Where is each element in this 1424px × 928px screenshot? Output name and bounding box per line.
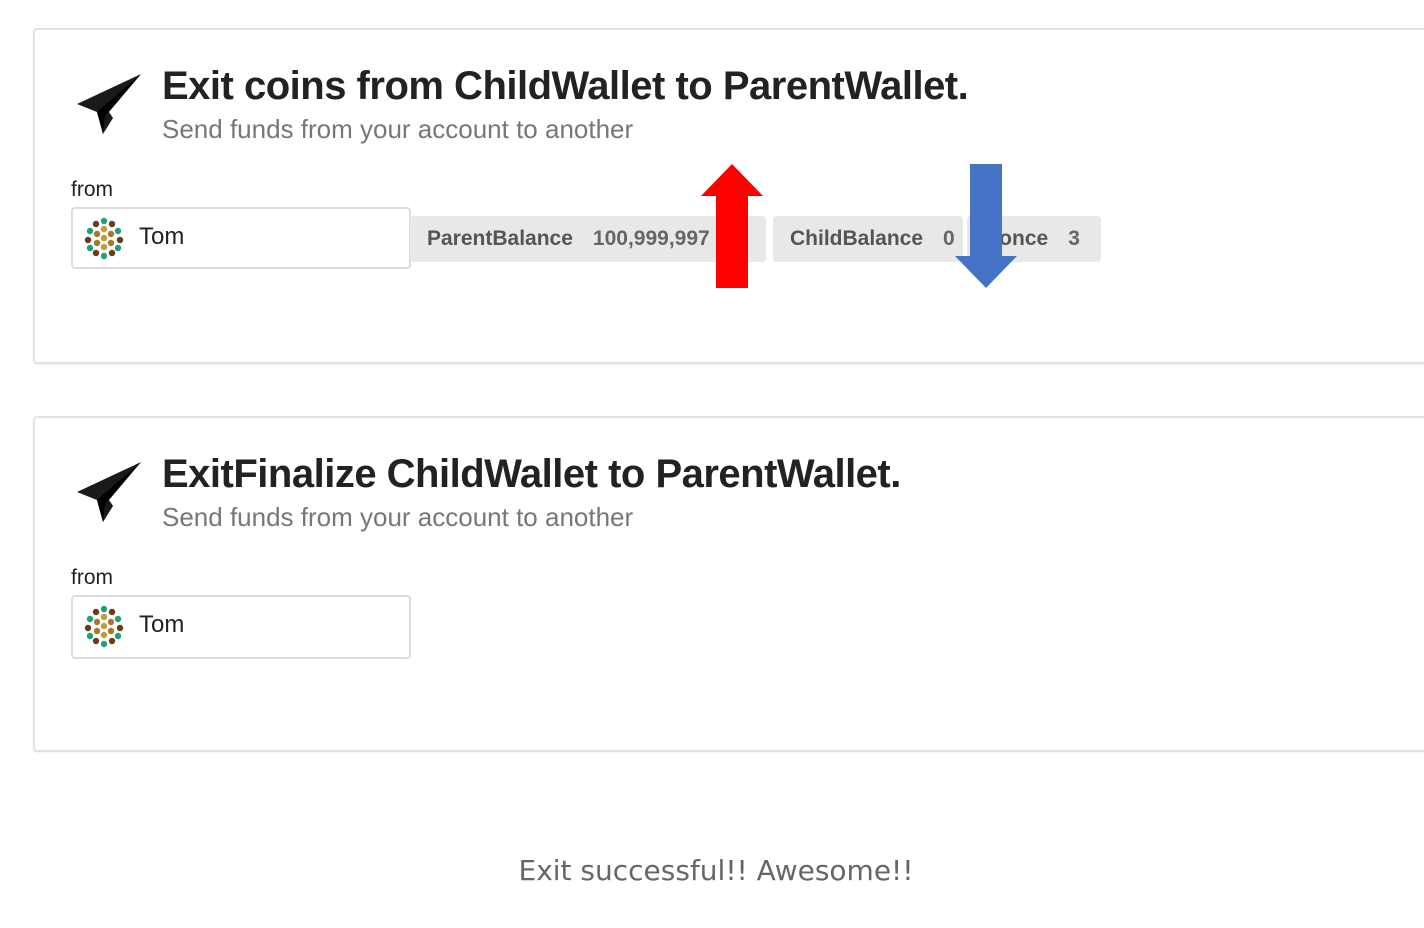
exit-finalize-card: ExitFinalize ChildWallet to ParentWallet… (33, 416, 1424, 752)
nonce-value: 3 (1068, 227, 1080, 250)
avatar-identicon (82, 604, 126, 648)
exit-card: Exit coins from ChildWallet to ParentWal… (33, 28, 1424, 364)
account-name: Tom (139, 223, 185, 250)
red-up-arrow-icon (701, 164, 763, 288)
card-title: Exit coins from ChildWallet to ParentWal… (162, 64, 969, 108)
from-account-dropdown[interactable]: Tom (71, 207, 411, 269)
avatar-identicon (82, 216, 126, 260)
account-name: Tom (139, 611, 185, 638)
child-balance-badge: ChildBalance 0 (773, 216, 963, 262)
parent-balance-label: ParentBalance (427, 227, 573, 250)
card-subtitle: Send funds from your account to another (162, 114, 634, 144)
status-message: Exit successful!! Awesome!! (518, 854, 914, 887)
from-account-dropdown[interactable]: Tom (71, 595, 411, 659)
from-label: from (71, 178, 113, 201)
blue-down-arrow-icon (955, 164, 1017, 288)
paper-plane-icon (77, 74, 141, 134)
child-balance-label: ChildBalance (790, 227, 924, 250)
paper-plane-icon (77, 462, 141, 522)
card-title: ExitFinalize ChildWallet to ParentWallet… (162, 452, 901, 496)
card-subtitle: Send funds from your account to another (162, 502, 634, 532)
from-label: from (71, 566, 113, 589)
